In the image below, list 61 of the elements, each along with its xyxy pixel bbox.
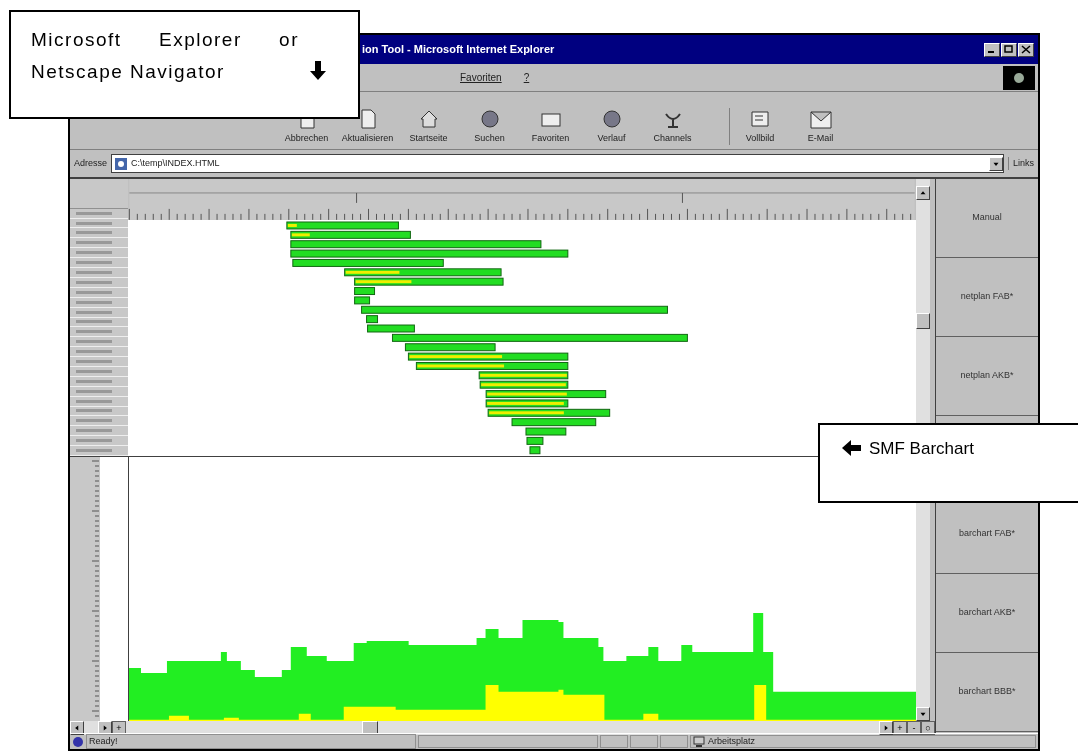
toolbar-button[interactable]: Vollbild — [729, 107, 790, 145]
down-arrow-icon — [309, 61, 328, 81]
row-label-stub — [76, 261, 112, 265]
status-panel — [660, 735, 688, 748]
toolbar-button[interactable]: Channels — [642, 107, 703, 145]
row-label-stub — [76, 419, 112, 423]
menu-item[interactable]: ? — [523, 70, 530, 85]
toolbar-button[interactable]: Aktualisieren — [337, 107, 398, 145]
scroll-thumb[interactable] — [916, 313, 930, 329]
row-label-stub — [76, 439, 112, 443]
computer-icon — [693, 736, 705, 747]
row-label-stub — [76, 290, 112, 294]
row-label-stub — [76, 330, 112, 334]
scroll-up-button[interactable] — [916, 186, 930, 200]
row-label-stub — [76, 221, 112, 225]
row-label-stub — [76, 320, 112, 324]
row-label-stub — [76, 310, 112, 314]
status-panel — [630, 735, 658, 748]
maximize-icon — [1004, 45, 1014, 54]
browser-logo — [1003, 65, 1035, 90]
callout-text: SMF Barchart — [869, 439, 974, 459]
toolbar-button[interactable]: Startseite — [398, 107, 459, 145]
row-label-stub — [76, 280, 112, 284]
row-label-stub — [76, 429, 112, 433]
dropdown-button[interactable] — [989, 156, 1003, 171]
row-label-stub — [76, 340, 112, 344]
row-label-stub — [76, 360, 112, 363]
toolbar-button[interactable]: Verlauf — [581, 107, 642, 145]
row-label-stub — [76, 449, 112, 452]
callout-text: Microsoft Explorer or Netscape Navigator — [31, 28, 299, 84]
minimize-button[interactable] — [984, 42, 1000, 57]
status-panel — [600, 735, 628, 748]
left-arrow-icon — [842, 439, 861, 458]
toolbar-button[interactable]: Favoriten — [520, 107, 581, 145]
page-icon — [72, 735, 84, 748]
row-label-stub — [76, 379, 112, 383]
row-label-stub — [76, 389, 112, 393]
maximize-button[interactable] — [1001, 42, 1017, 57]
row-label-stub — [76, 241, 112, 245]
row-label-stub — [76, 271, 112, 274]
status-text: Ready! — [86, 733, 416, 750]
window-title: ion Tool - Microsoft Internet Explorer — [362, 42, 555, 58]
scroll-down-button[interactable] — [916, 707, 930, 721]
close-icon — [1021, 45, 1031, 54]
address-label: Adresse — [74, 156, 108, 170]
links-label[interactable]: Links — [1008, 156, 1034, 171]
row-label-stub — [76, 211, 112, 215]
close-button[interactable] — [1018, 42, 1034, 57]
toolbar-button[interactable]: E-Mail — [790, 107, 851, 145]
row-label-stub — [76, 369, 112, 373]
address-field[interactable]: C:\temp\INDEX.HTML — [111, 154, 1004, 173]
row-label-stub — [76, 399, 112, 403]
row-label-stub — [76, 300, 112, 304]
zone-text: Arbeitsplatz — [708, 734, 756, 748]
row-label-stub — [76, 409, 112, 413]
page-icon — [114, 156, 129, 171]
row-label-stub — [76, 231, 112, 235]
row-label-stub — [76, 251, 112, 255]
menu-item[interactable]: Favoriten — [460, 70, 502, 85]
toolbar-button[interactable]: Suchen — [459, 107, 520, 145]
row-label-stub — [76, 350, 112, 354]
